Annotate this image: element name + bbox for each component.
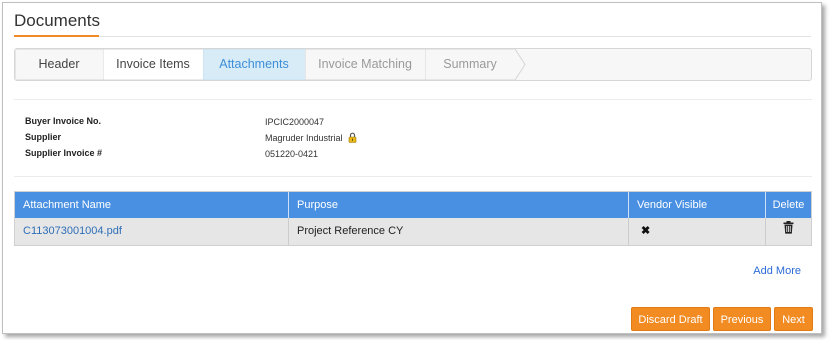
- supplier-invoice-label: Supplier Invoice #: [25, 148, 103, 158]
- supplier-value: Magruder Industrial: [265, 132, 343, 143]
- documents-panel: Documents Header Invoice Items Attachmen…: [2, 2, 822, 334]
- table-header: Attachment Name Purpose Vendor Visible D…: [15, 192, 811, 218]
- next-button[interactable]: Next: [774, 307, 813, 331]
- vendor-visible-cell: ✖: [629, 218, 766, 245]
- supplier-invoice-value: 051220-0421: [265, 149, 319, 159]
- section-divider: [14, 99, 812, 100]
- attachment-link[interactable]: C113073001004.pdf: [23, 225, 122, 237]
- section-divider-2: [14, 176, 812, 177]
- wizard-steps: Header Invoice Items Attachments Invoice…: [14, 48, 812, 81]
- previous-button[interactable]: Previous: [713, 307, 771, 331]
- step-header-label: Header: [38, 57, 80, 71]
- purpose-cell: Project Reference CY: [289, 218, 629, 245]
- add-more-link[interactable]: Add More: [753, 265, 801, 277]
- step-summary[interactable]: Summary: [425, 49, 526, 80]
- discard-draft-button[interactable]: Discard Draft: [631, 307, 710, 331]
- step-attachments-label: Attachments: [219, 57, 289, 71]
- attachments-table: Attachment Name Purpose Vendor Visible D…: [14, 191, 812, 246]
- lock-icon[interactable]: [348, 132, 357, 145]
- step-invoice-matching-label: Invoice Matching: [318, 57, 412, 71]
- not-visible-x-icon: ✖: [641, 225, 651, 237]
- buyer-invoice-label: Buyer Invoice No.: [25, 116, 102, 126]
- title-divider: [99, 36, 811, 37]
- step-attachments[interactable]: Attachments: [203, 49, 316, 80]
- table-row: C113073001004.pdf Project Reference CY ✖: [15, 218, 811, 245]
- column-header-vendor-visible[interactable]: Vendor Visible: [629, 192, 766, 218]
- column-header-purpose[interactable]: Purpose: [289, 192, 629, 218]
- attachment-name-cell: C113073001004.pdf: [15, 218, 289, 245]
- column-header-attachment-name[interactable]: Attachment Name: [15, 192, 289, 218]
- trash-icon[interactable]: [783, 218, 794, 245]
- title-underline: [14, 35, 99, 37]
- step-invoice-items[interactable]: Invoice Items: [103, 49, 214, 80]
- step-invoice-matching[interactable]: Invoice Matching: [305, 49, 436, 80]
- page-title: Documents: [14, 11, 100, 30]
- step-invoice-items-label: Invoice Items: [116, 57, 190, 71]
- delete-cell: [766, 218, 811, 245]
- column-header-delete[interactable]: Delete: [766, 192, 811, 218]
- supplier-label: Supplier: [25, 132, 62, 142]
- supplier-value-group: Magruder Industrial: [265, 132, 357, 145]
- step-header[interactable]: Header: [15, 49, 114, 80]
- step-summary-label: Summary: [443, 57, 497, 71]
- buyer-invoice-value: IPCIC2000047: [265, 117, 325, 127]
